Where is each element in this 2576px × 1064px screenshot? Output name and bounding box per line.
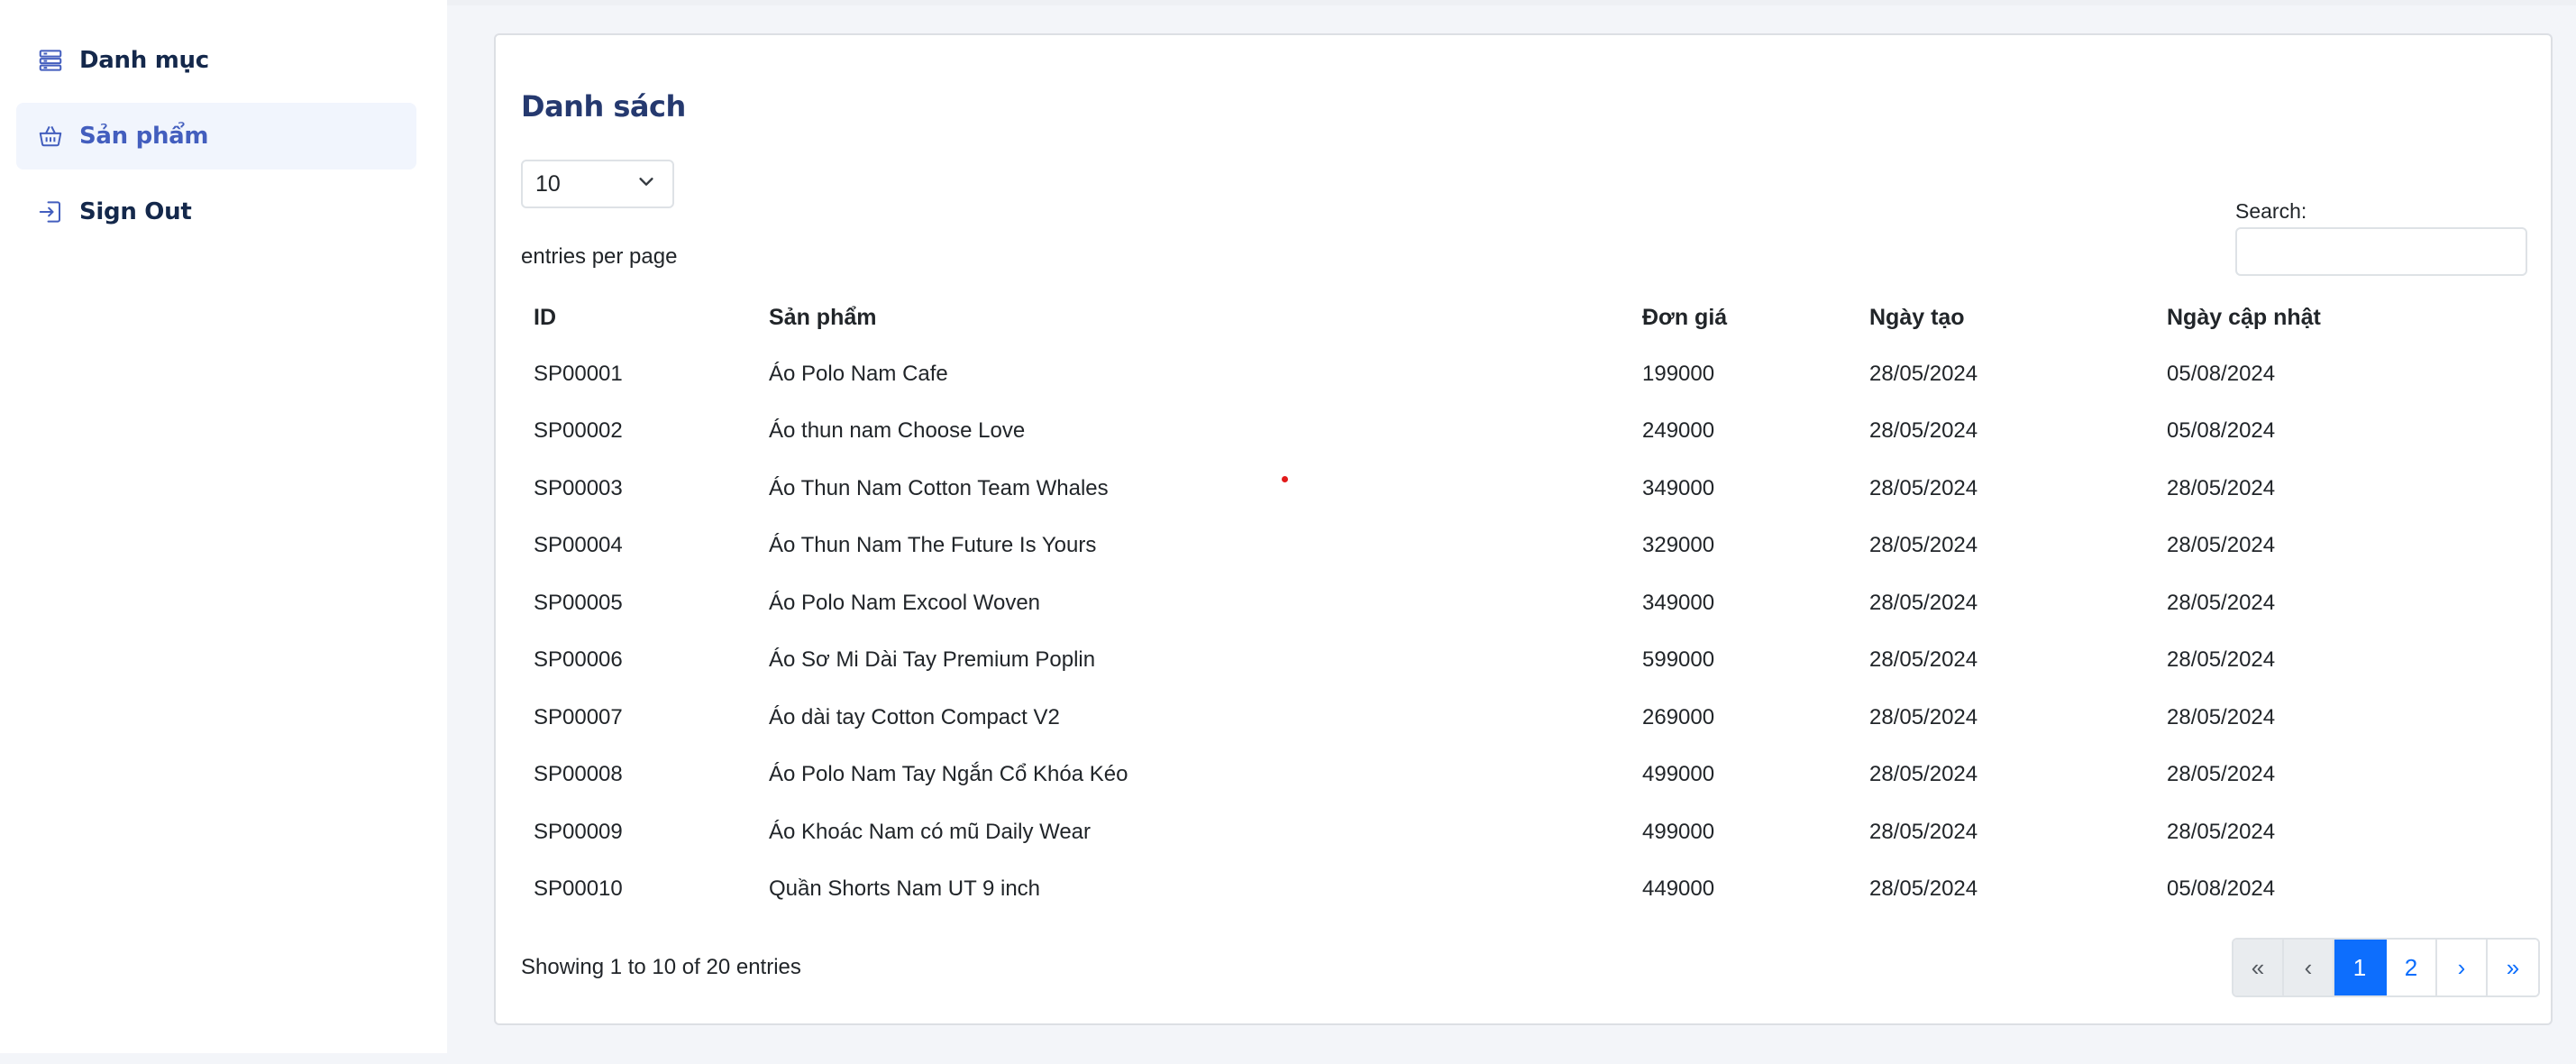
cell-product: Áo Polo Nam Cafe [769, 361, 948, 386]
search-input[interactable] [2235, 227, 2527, 276]
cell-id: SP00010 [534, 876, 623, 902]
cell-updated: 28/05/2024 [2167, 590, 2276, 615]
column-header-product[interactable]: Sản phẩm [756, 289, 1630, 345]
cell-updated: 28/05/2024 [2167, 533, 2276, 558]
cell-updated: 28/05/2024 [2167, 704, 2276, 729]
cell-id: SP00005 [534, 590, 623, 615]
sidebar-item-label: Sign Out [79, 198, 192, 225]
entries-per-page-label: entries per page [521, 244, 678, 269]
page-2-button[interactable]: 2 [2387, 940, 2437, 995]
sidebar-item-sign-out[interactable]: Sign Out [16, 179, 416, 245]
sidebar-item-label: Danh mục [79, 47, 209, 74]
cell-product: Áo thun nam Choose Love [769, 418, 1026, 444]
cell-created: 28/05/2024 [1869, 590, 1978, 615]
table-row: SP00001 Áo Polo Nam Cafe 199000 28/05/20… [521, 345, 2527, 403]
product-list-card: Danh sách 10 entries per page Search: ID… [494, 33, 2553, 1025]
column-header-updated[interactable]: Ngày cập nhật [2154, 289, 2527, 345]
cell-price: 599000 [1642, 647, 1715, 673]
cell-price: 249000 [1642, 418, 1715, 444]
table-row: SP00003 Áo Thun Nam Cotton Team Whales 3… [521, 460, 2527, 518]
table-row: SP00005 Áo Polo Nam Excool Woven 349000 … [521, 574, 2527, 632]
cell-created: 28/05/2024 [1869, 533, 1978, 558]
cell-id: SP00002 [534, 418, 623, 444]
cell-product: Quần Shorts Nam UT 9 inch [769, 876, 1041, 902]
cell-id: SP00006 [534, 647, 623, 673]
chevron-down-icon [636, 171, 656, 197]
cell-created: 28/05/2024 [1869, 418, 1978, 444]
cell-id: SP00001 [534, 361, 623, 386]
cell-price: 349000 [1642, 475, 1715, 500]
table-header-row: ID Sản phẩm Đơn giá Ngày tạo Ngày cập nh… [521, 289, 2527, 345]
top-bar [447, 0, 2576, 5]
next-page-button[interactable]: › [2437, 940, 2488, 995]
last-page-button[interactable]: » [2488, 940, 2538, 995]
cell-price: 269000 [1642, 704, 1715, 729]
sidebar-item-label: Sản phẩm [79, 123, 209, 150]
page-1-button[interactable]: 1 [2334, 940, 2387, 995]
column-header-id[interactable]: ID [521, 289, 756, 345]
cell-created: 28/05/2024 [1869, 647, 1978, 673]
cell-created: 28/05/2024 [1869, 704, 1978, 729]
first-page-button[interactable]: « [2233, 940, 2284, 995]
cell-price: 499000 [1642, 762, 1715, 787]
cell-id: SP00003 [534, 475, 623, 500]
sidebar-item-danh-muc[interactable]: Danh mục [16, 27, 416, 94]
entries-per-page-select[interactable]: 10 [521, 160, 674, 208]
cell-product: Áo Polo Nam Excool Woven [769, 590, 1041, 615]
sidebar-item-san-pham[interactable]: Sản phẩm [16, 103, 416, 170]
cell-product: Áo dài tay Cotton Compact V2 [769, 704, 1060, 729]
cell-updated: 28/05/2024 [2167, 475, 2276, 500]
table-row: SP00009 Áo Khoác Nam có mũ Daily Wear 49… [521, 803, 2527, 861]
cell-product: Áo Thun Nam Cotton Team Whales [769, 475, 1109, 500]
table-info: Showing 1 to 10 of 20 entries [521, 955, 801, 979]
sidebar: Danh mục Sản phẩm Sign Out [0, 0, 447, 1053]
cell-product: Áo Khoác Nam có mũ Daily Wear [769, 819, 1092, 844]
table-row: SP00004 Áo Thun Nam The Future Is Yours … [521, 518, 2527, 575]
table-row: SP00010 Quần Shorts Nam UT 9 inch 449000… [521, 861, 2527, 919]
cell-created: 28/05/2024 [1869, 876, 1978, 902]
cell-price: 499000 [1642, 819, 1715, 844]
cell-updated: 05/08/2024 [2167, 361, 2276, 386]
list-icon [36, 46, 65, 75]
basket-icon [36, 122, 65, 151]
cell-updated: 28/05/2024 [2167, 819, 2276, 844]
cell-id: SP00009 [534, 819, 623, 844]
column-header-price[interactable]: Đơn giá [1630, 289, 1857, 345]
search-label: Search: [2235, 199, 2307, 223]
cell-product: Áo Thun Nam The Future Is Yours [769, 533, 1097, 558]
cell-id: SP00007 [534, 704, 623, 729]
cell-id: SP00004 [534, 533, 623, 558]
previous-page-button[interactable]: ‹ [2284, 940, 2334, 995]
table-row: SP00002 Áo thun nam Choose Love 249000 2… [521, 403, 2527, 461]
cell-updated: 28/05/2024 [2167, 762, 2276, 787]
product-table: ID Sản phẩm Đơn giá Ngày tạo Ngày cập nh… [521, 289, 2527, 918]
cell-price: 199000 [1642, 361, 1715, 386]
sign-out-icon [36, 197, 65, 226]
entries-per-page-value: 10 [535, 170, 561, 197]
cell-price: 349000 [1642, 590, 1715, 615]
cell-product: Áo Polo Nam Tay Ngắn Cổ Khóa Kéo [769, 762, 1128, 787]
cell-created: 28/05/2024 [1869, 819, 1978, 844]
cell-id: SP00008 [534, 762, 623, 787]
table-row: SP00006 Áo Sơ Mi Dài Tay Premium Poplin … [521, 632, 2527, 690]
table-row: SP00007 Áo dài tay Cotton Compact V2 269… [521, 689, 2527, 747]
card-title: Danh sách [521, 89, 686, 124]
cell-created: 28/05/2024 [1869, 762, 1978, 787]
column-header-created[interactable]: Ngày tạo [1857, 289, 2154, 345]
cell-price: 329000 [1642, 533, 1715, 558]
cell-price: 449000 [1642, 876, 1715, 902]
cell-product: Áo Sơ Mi Dài Tay Premium Poplin [769, 647, 1096, 673]
cell-updated: 05/08/2024 [2167, 418, 2276, 444]
cell-created: 28/05/2024 [1869, 361, 1978, 386]
cell-created: 28/05/2024 [1869, 475, 1978, 500]
cursor-marker [1282, 476, 1288, 482]
table-row: SP00008 Áo Polo Nam Tay Ngắn Cổ Khóa Kéo… [521, 747, 2527, 804]
pagination: « ‹ 1 2 › » [2232, 938, 2540, 997]
cell-updated: 05/08/2024 [2167, 876, 2276, 902]
cell-updated: 28/05/2024 [2167, 647, 2276, 673]
